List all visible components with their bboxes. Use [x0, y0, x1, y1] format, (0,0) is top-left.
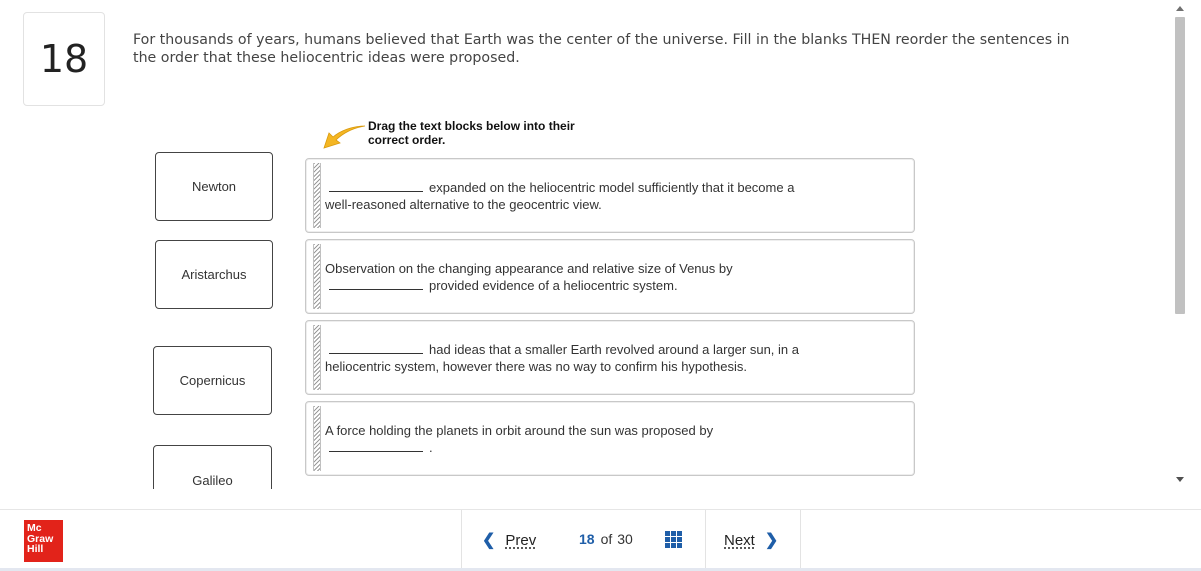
sentence-text: A force holding the planets in orbit aro…	[325, 422, 904, 456]
answer-tile-label: Newton	[191, 179, 237, 194]
question-number: 18	[39, 37, 89, 81]
drag-grip-icon[interactable]	[313, 325, 321, 390]
of-label: of	[600, 531, 613, 547]
answer-tile-copernicus[interactable]: Copernicus	[153, 346, 272, 415]
sentence-block-1[interactable]: expanded on the heliocentric model suffi…	[305, 158, 915, 233]
nav-divider	[705, 510, 706, 568]
question-number-box: 18	[23, 12, 105, 106]
sentence-fragment: had ideas that a smaller Earth revolved …	[429, 342, 799, 357]
sentence-fragment: heliocentric system, however there was n…	[325, 359, 747, 374]
question-prompt: For thousands of years, humans believed …	[133, 32, 1070, 66]
current-page: 18	[579, 531, 595, 547]
sentence-fragment: Observation on the changing appearance a…	[325, 261, 733, 276]
drag-hint-text: Drag the text blocks below into their co…	[368, 119, 575, 147]
blank-drop-target[interactable]	[329, 342, 423, 354]
page-indicator[interactable]: 18 of 30	[579, 531, 633, 547]
scroll-down-arrow-icon[interactable]	[1176, 477, 1184, 482]
sentence-text: had ideas that a smaller Earth revolved …	[325, 341, 904, 375]
question-area: 18 For thousands of years, humans believ…	[0, 0, 1170, 489]
sentence-text: Observation on the changing appearance a…	[325, 260, 904, 294]
answer-tile-label: Galileo	[192, 473, 233, 488]
scroll-thumb[interactable]	[1175, 17, 1185, 314]
sentence-fragment: provided evidence of a heliocentric syst…	[429, 278, 678, 293]
next-button[interactable]: Next ❯	[724, 530, 778, 550]
mcgraw-hill-logo: Mc Graw Hill	[24, 520, 63, 562]
sentence-fragment: expanded on the heliocentric model suffi…	[429, 180, 795, 195]
scroll-up-arrow-icon[interactable]	[1176, 6, 1184, 11]
total-pages: 30	[617, 531, 633, 547]
answer-tile-aristarchus[interactable]: Aristarchus	[155, 240, 273, 309]
blank-drop-target[interactable]	[329, 180, 423, 192]
chevron-right-icon: ❯	[764, 532, 779, 549]
drag-grip-icon[interactable]	[313, 163, 321, 228]
grid-icon[interactable]	[665, 531, 682, 548]
sentence-fragment: A force holding the planets in orbit aro…	[325, 423, 714, 438]
sentence-block-2[interactable]: Observation on the changing appearance a…	[305, 239, 915, 314]
sentence-block-4[interactable]: A force holding the planets in orbit aro…	[305, 401, 915, 476]
chevron-left-icon: ❮	[482, 532, 496, 549]
answer-tile-newton[interactable]: Newton	[155, 152, 273, 221]
sentence-fragment: well-reasoned alternative to the geocent…	[325, 197, 602, 212]
question-navigation: ❮ Prev 18 of 30 Next ❯	[461, 510, 801, 568]
sentence-block-3[interactable]: had ideas that a smaller Earth revolved …	[305, 320, 915, 395]
vertical-scrollbar[interactable]	[1170, 0, 1188, 489]
prev-button[interactable]: ❮ Prev	[482, 530, 536, 550]
sentence-text: expanded on the heliocentric model suffi…	[325, 179, 904, 213]
drag-grip-icon[interactable]	[313, 406, 321, 471]
sentence-fragment: .	[429, 440, 433, 455]
footer-bar: Mc Graw Hill ❮ Prev 18 of 30 Next ❯	[0, 509, 1201, 571]
next-label: Next	[724, 531, 755, 549]
prev-label: Prev	[505, 531, 537, 549]
drag-grip-icon[interactable]	[313, 244, 321, 309]
drag-hint-arrow-icon	[323, 125, 366, 149]
blank-drop-target[interactable]	[329, 278, 423, 290]
answer-tile-label: Aristarchus	[181, 267, 247, 282]
answer-tile-label: Copernicus	[179, 373, 246, 388]
blank-drop-target[interactable]	[329, 440, 423, 452]
answer-tile-galileo[interactable]: Galileo	[153, 445, 272, 489]
